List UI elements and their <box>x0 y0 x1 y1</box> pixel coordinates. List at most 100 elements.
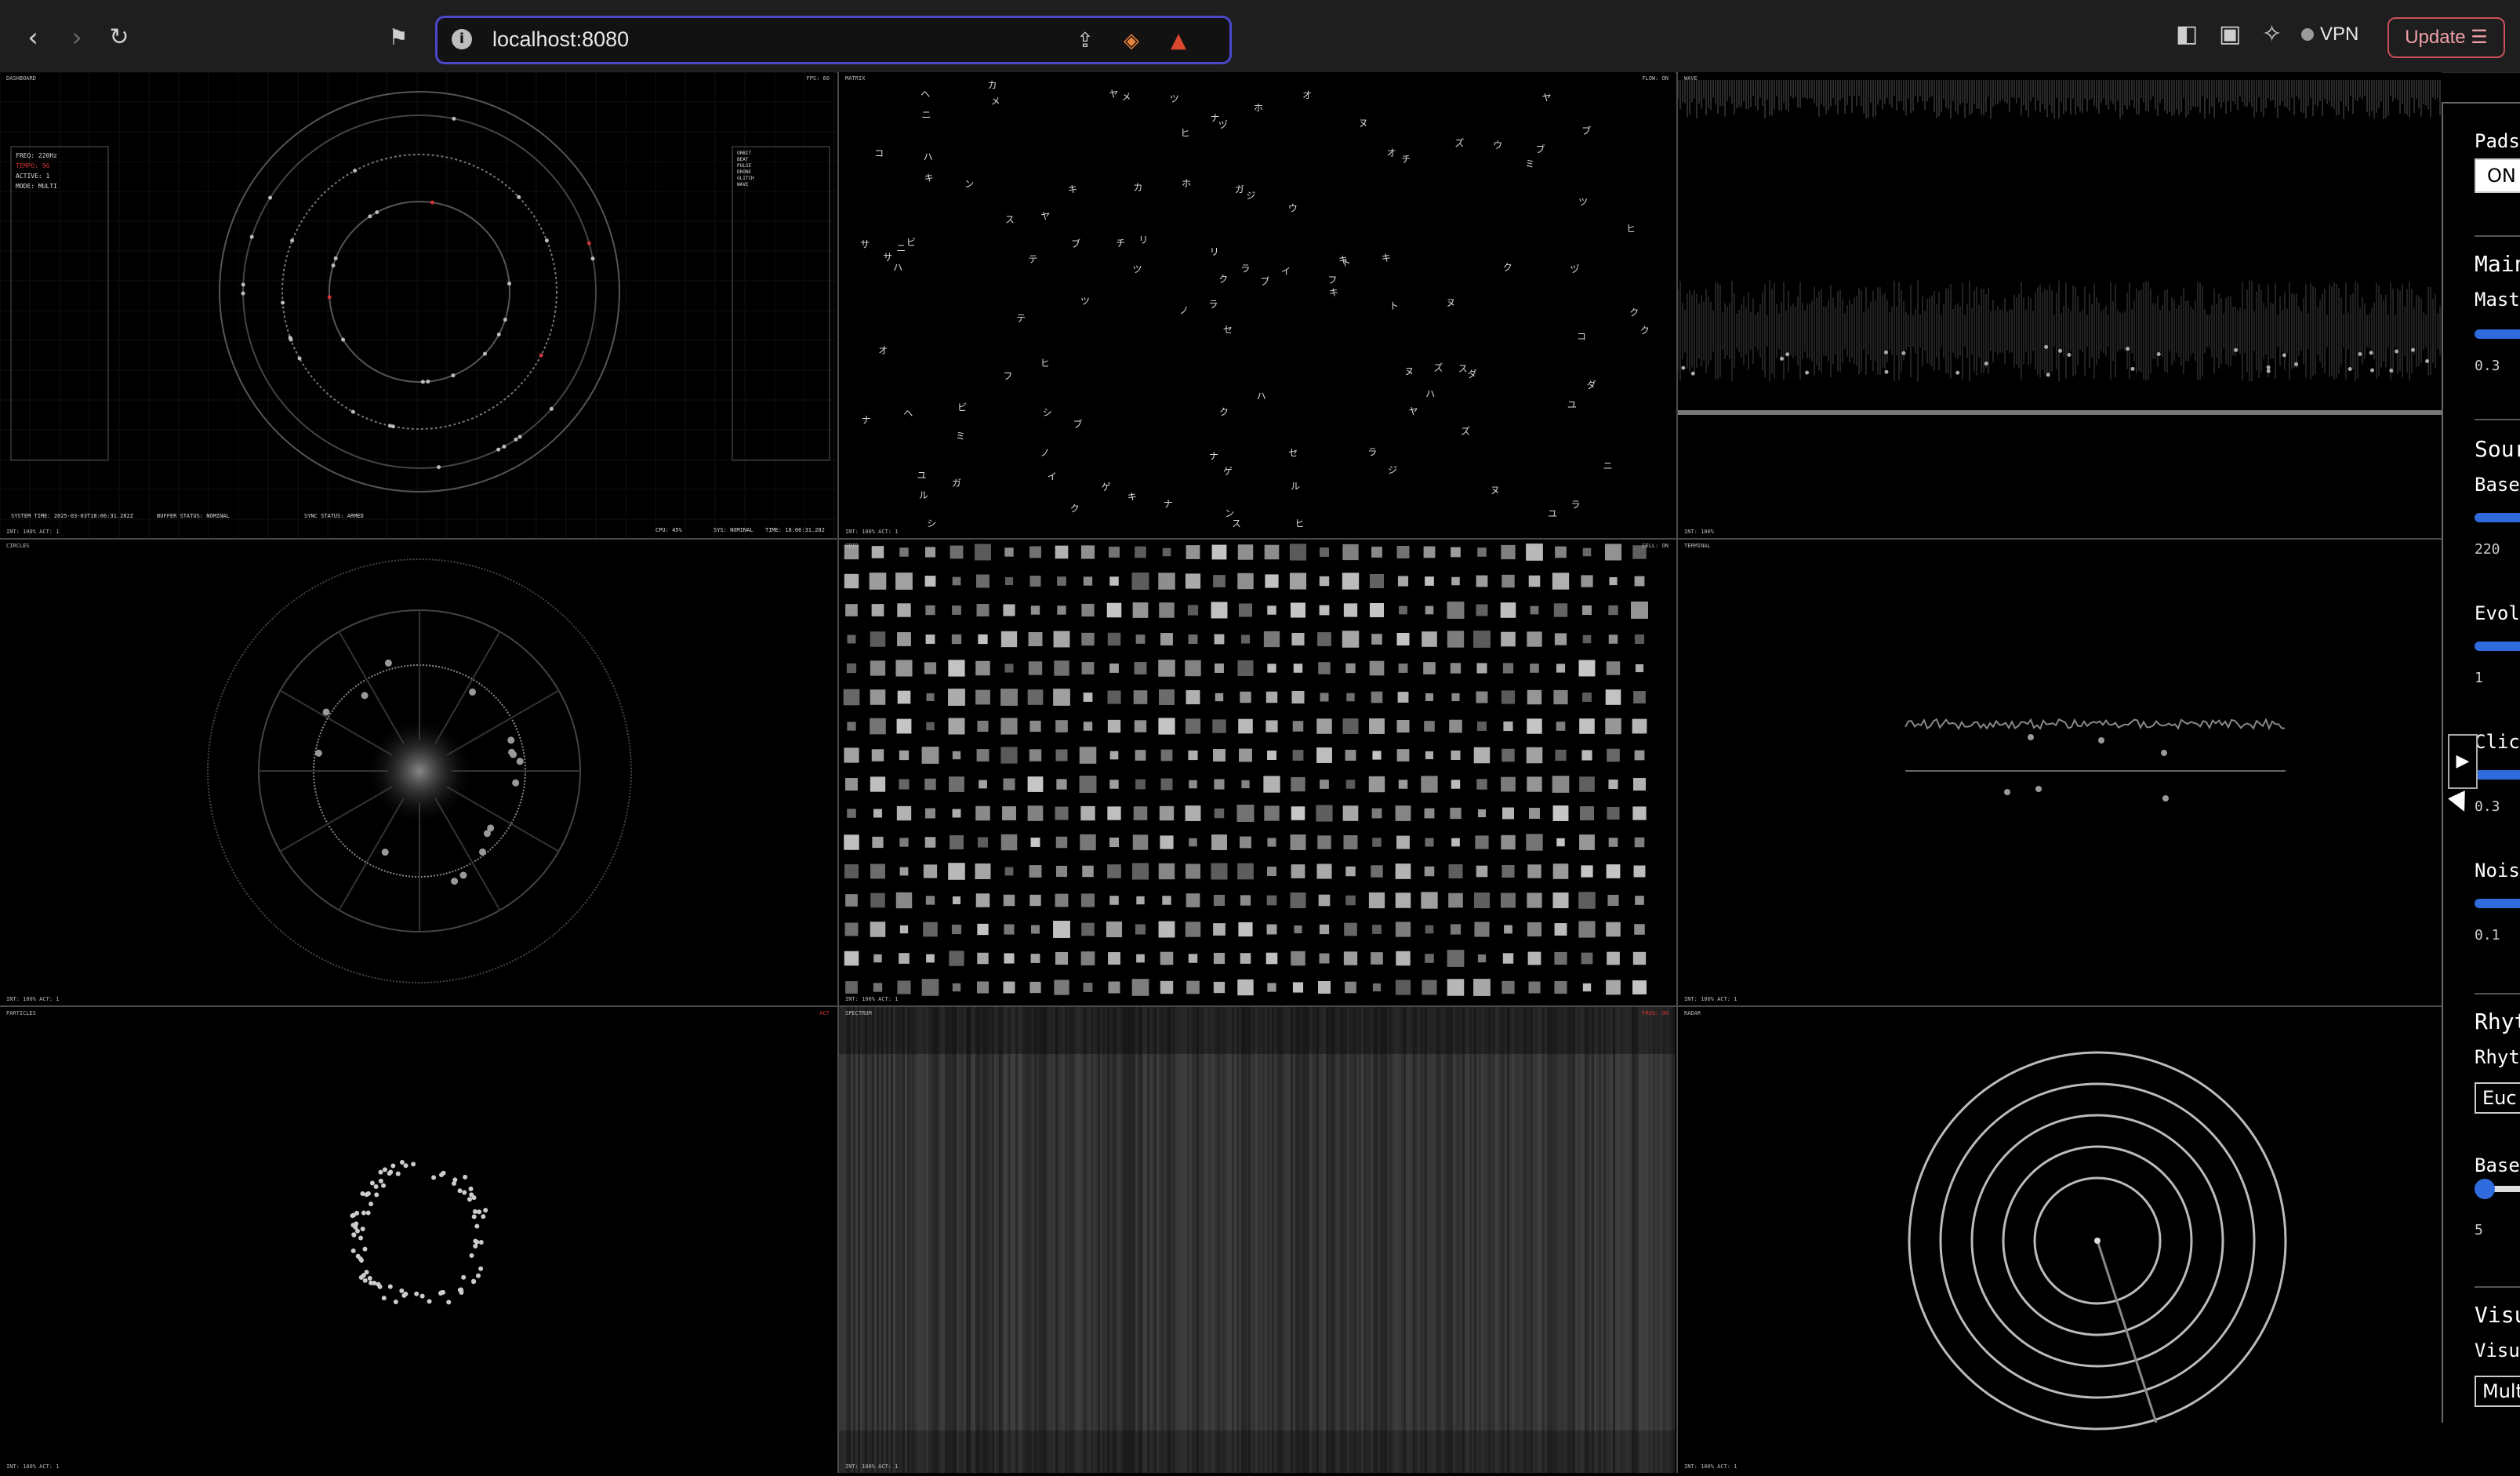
spectrum-band <box>1625 1007 1627 1473</box>
spectrum-band <box>1556 1007 1559 1473</box>
rhythm-select[interactable]: Euc <box>2475 1082 2520 1114</box>
leo-ai-icon[interactable]: ✧ <box>2262 20 2282 48</box>
wallet-icon[interactable]: ▣ <box>2219 20 2241 48</box>
spectrum-band <box>1599 1007 1601 1473</box>
grid-cell <box>976 981 989 994</box>
url-text[interactable]: localhost:8080 <box>492 27 629 52</box>
grid-cell <box>1396 546 1410 558</box>
grid-cell <box>897 632 911 646</box>
panel-particles[interactable]: PARTICLES ACT INT: 100% ACT: 1 <box>0 1007 836 1473</box>
matrix-glyph: カ <box>988 80 997 91</box>
panel-spectrum[interactable]: SPECTRUM FREQ: ON INT: 100% ACT: 1 <box>839 1007 1675 1473</box>
panel-dashboard[interactable]: DASHBOARD FPS: 60 FREQ: 220Hz TEMPO: 96 … <box>0 72 836 538</box>
spectrum-band <box>1542 1007 1545 1473</box>
base-steps-slider[interactable] <box>2475 1179 2520 1199</box>
grid-cell <box>1372 751 1382 760</box>
bookmark-icon[interactable]: ⚑ <box>381 20 416 55</box>
grid-cell <box>1000 747 1018 764</box>
base-steps-label: Base <box>2475 1154 2520 1176</box>
grid-cell <box>952 576 961 586</box>
matrix-glyph: ヌ <box>1491 485 1500 496</box>
panel-grid[interactable]: GRID CELL: ON INT: 100% ACT: 1 <box>839 540 1675 1005</box>
grid-cell <box>847 722 856 731</box>
vpn-button[interactable]: VPN <box>2301 24 2358 45</box>
back-icon[interactable]: ‹ <box>16 20 50 55</box>
grid-cell <box>1213 894 1226 907</box>
mode-item: BEAT <box>737 157 749 162</box>
forward-icon[interactable]: › <box>60 20 94 55</box>
panel-terminal[interactable]: TERMINAL INT: 100% ACT: 1 <box>1678 540 2442 1005</box>
grid-cell <box>1450 807 1462 820</box>
matrix-glyph: オ <box>1387 147 1396 158</box>
click-slider[interactable] <box>2475 770 2520 780</box>
circle-node <box>361 692 369 700</box>
play-triangle-icon[interactable]: ▶ <box>2448 734 2478 789</box>
grid-cell <box>1237 573 1254 590</box>
panel-divider <box>0 538 2442 540</box>
slider-thumb[interactable] <box>2475 1179 2495 1199</box>
orbit-dot <box>426 379 430 384</box>
reload-icon[interactable]: ↻ <box>102 20 136 55</box>
grid-cell <box>1581 605 1592 616</box>
grid-cell <box>1135 546 1146 558</box>
particle-dot <box>441 1170 446 1176</box>
matrix-glyph: ニ <box>896 242 906 253</box>
grid-cell <box>1554 980 1567 994</box>
grid-cell <box>1002 806 1016 820</box>
grid-cell <box>1237 660 1254 677</box>
grid-cell <box>1004 547 1014 557</box>
matrix-glyph: キ <box>924 173 934 184</box>
spectrum-band <box>1300 1007 1302 1473</box>
wave-dot <box>2044 344 2049 349</box>
grid-cell <box>1186 893 1200 907</box>
spectrum-band <box>912 1007 914 1473</box>
spectrum-band <box>848 1007 851 1473</box>
brave-rewards-icon[interactable]: ▲ <box>1171 29 1186 53</box>
address-bar[interactable]: i localhost:8080 ⇪ ◈ ▲ <box>435 16 1232 64</box>
grid-cell <box>1424 866 1435 877</box>
spectrum-band <box>858 1007 860 1473</box>
share-icon[interactable]: ⇪ <box>1077 29 1094 53</box>
matrix-glyph: ツ <box>1578 196 1588 207</box>
spectrum-band <box>1396 1007 1399 1473</box>
spectrum-band <box>1371 1007 1373 1473</box>
grid-cell <box>1000 689 1018 706</box>
panel-matrix[interactable]: リルイガトダンヅハヌヒラナクキズブユニスオチテヤクサフシゲキミツコハジノメヘセブ… <box>839 72 1675 538</box>
grid-cell <box>1158 718 1175 735</box>
grid-cell <box>1632 951 1647 965</box>
circle-node <box>459 871 467 879</box>
wave-dot <box>2369 351 2373 355</box>
base-frequency-slider[interactable] <box>2475 513 2520 522</box>
wave-dot <box>2410 347 2415 352</box>
grid-cell <box>1528 981 1541 994</box>
panel-wave[interactable]: WAVE INT: 100% <box>1678 72 2442 538</box>
grid-cell <box>1396 632 1410 646</box>
grid-cell <box>1265 691 1278 703</box>
spectrum-band <box>945 1007 947 1473</box>
master-slider[interactable] <box>2475 329 2520 339</box>
matrix-glyph: ノ <box>1179 305 1189 316</box>
grid-cell <box>1158 863 1175 880</box>
particle-dot <box>472 1209 477 1214</box>
matrix-glyph: ヅ <box>1218 119 1228 130</box>
brave-shield-icon[interactable]: ◈ <box>1124 29 1139 53</box>
panel-circles[interactable]: CIRCLES INT: 100% ACT: 1 <box>0 540 836 1005</box>
site-info-icon[interactable]: i <box>452 29 472 49</box>
spectrum-band <box>1549 1007 1552 1473</box>
panel-radar[interactable]: RADAR INT: 100% ACT: 1 <box>1678 1007 2442 1473</box>
sidebar-toggle-icon[interactable]: ◧ <box>2176 20 2198 48</box>
grid-cell <box>1395 893 1411 908</box>
evolution-slider[interactable] <box>2475 642 2520 651</box>
grid-cell <box>873 954 882 963</box>
visual-mode-select[interactable]: Mult <box>2475 1376 2520 1407</box>
grid-cell <box>1003 981 1015 994</box>
spectrum-band <box>1171 1007 1173 1473</box>
spectrum-band <box>978 1007 980 1473</box>
noise-slider[interactable] <box>2475 899 2520 908</box>
grid-cell <box>1316 805 1333 822</box>
pads-toggle-button[interactable]: ON <box>2475 158 2520 193</box>
orbit-dot <box>544 238 549 243</box>
update-button[interactable]: Update ☰ <box>2387 17 2505 58</box>
spectrum-band <box>1215 1007 1218 1473</box>
spectrum-band <box>1192 1007 1194 1473</box>
